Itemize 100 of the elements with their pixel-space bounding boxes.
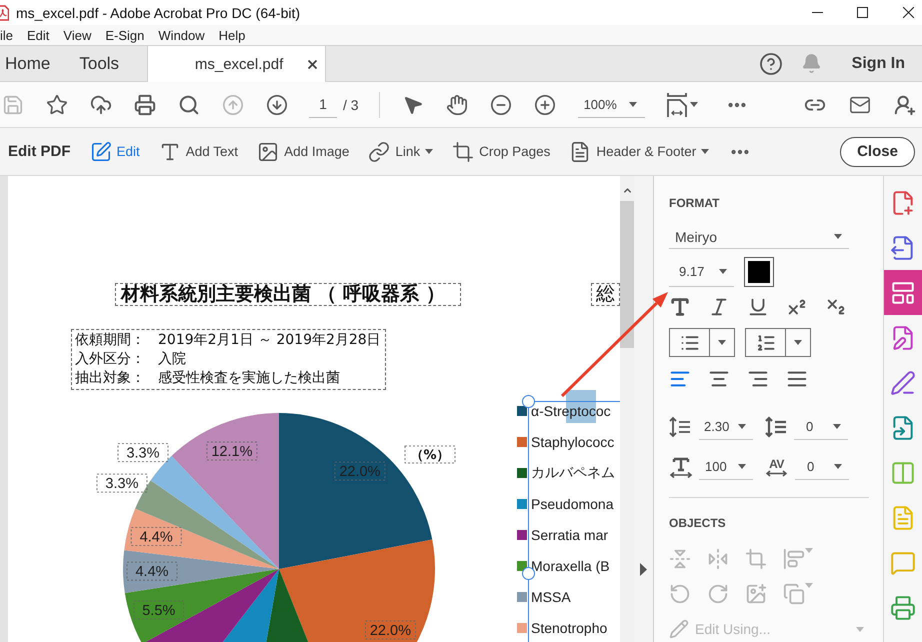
pencil-icon [669,619,689,639]
horizontal-scale-icon [669,456,693,478]
menu-item[interactable]: Edit [27,28,50,42]
info-label: 抽出対象： [75,369,146,388]
legend-label[interactable]: Pseudomona [531,496,614,512]
link-button[interactable]: Link [368,140,434,162]
add-text-button[interactable]: Add Text [158,140,238,162]
plus-circle-icon[interactable] [534,94,556,116]
nav-tab[interactable]: Tools [74,46,144,81]
line-spacing-icon [669,416,691,438]
legend-label[interactable]: Serratia mar [531,526,608,542]
section-heading: OBJECTS [669,515,726,531]
font-dropdown[interactable]: Meiryo [669,225,849,249]
zoom-field[interactable]: 100% [578,92,645,118]
edit-toolbar-title: Edit PDF [8,143,70,160]
data-label: 5.5% [133,600,184,620]
line-spacing-field[interactable]: 2.30 [699,414,753,440]
menu-item[interactable]: Window [158,28,205,42]
data-label: 12.1% [206,442,258,460]
menu-item[interactable]: ile [0,28,14,42]
info-label: 依頼期間： [75,331,146,350]
link-icon [368,140,390,162]
caret-icon [794,340,802,345]
legend-label[interactable]: α-Streptococ [531,402,611,418]
character-spacing-field[interactable]: 0 [795,454,849,480]
close-button[interactable]: Close [840,136,915,166]
crop-icon [452,140,474,162]
menu-item[interactable]: E-Sign [105,28,144,42]
legend-label[interactable]: Moraxella (B [531,558,610,574]
double-arrow-icon [766,470,787,476]
document-tab[interactable]: ms_excel.pdf [147,46,326,82]
page-number-field[interactable]: 1 [309,92,337,118]
window-title: ms_excel.pdf - Adobe Acrobat Pro DC (64-bit) [16,4,300,20]
hand-icon[interactable] [446,94,468,116]
data-label: 22.0% [365,620,416,640]
legend-label[interactable]: カルバペネム [531,464,615,482]
scrollbar[interactable] [620,176,634,642]
legend-label[interactable]: Stenotropho [531,620,608,636]
paragraph-spacing-field[interactable]: 0 [794,414,848,440]
info-value: 入院 [158,350,187,369]
data-label: 3.3% [118,443,168,462]
caret-icon [718,340,726,345]
document-title[interactable]: 材料系統別主要検出菌 （ 呼吸器系 ） [115,283,461,306]
data-label: 22.0% [334,462,386,480]
character-spacing-label: AV [769,458,784,470]
scrollbar-thumb[interactable] [620,201,634,348]
caret-icon [628,102,637,106]
pen-square-icon [90,140,112,162]
unit-label: （%） [404,446,456,464]
edit-button[interactable]: Edit [90,140,140,162]
data-label: 4.4% [130,527,182,546]
info-value: 2019年2月1日 ～ 2019年2月28日 [158,331,381,350]
caret-icon [856,626,864,632]
text-bold-icon[interactable] [669,296,691,318]
caret-icon [738,424,746,429]
user-add-icon[interactable] [894,94,916,116]
numbered-list-icon [756,332,776,352]
paragraph-spacing-icon [765,416,787,438]
header-footer-button[interactable]: Header & Footer [569,140,710,162]
sign-in-button[interactable]: Sign In [852,54,905,72]
caret-icon [738,464,746,469]
caret-icon [690,102,698,107]
underline-icon[interactable] [747,296,769,318]
image-icon [257,140,280,162]
cloud-upload-icon[interactable] [90,94,112,116]
data-label: 3.3% [96,474,148,492]
close-icon[interactable] [308,60,318,68]
search-icon[interactable] [178,94,200,116]
crop-pages-button[interactable]: Crop Pages [452,140,550,162]
pdf-file-icon [0,4,9,20]
numbered-list-button[interactable] [745,328,811,357]
info-value: 感受性検査を実施した検出菌 [158,369,341,388]
text-color-swatch[interactable] [744,257,774,287]
minus-circle-icon[interactable] [490,94,512,116]
data-label: 4.4% [126,562,178,581]
info-text-box[interactable]: 依頼期間： 2019年2月1日 ～ 2019年2月28日 入外区分： 入院 抽出対象： 感受性検査を実施した検出菌 [71,329,386,390]
menu-item[interactable]: View [63,28,92,42]
nav-tab[interactable]: Home [0,46,74,81]
section-heading: FORMAT [669,195,720,211]
star-icon[interactable] [46,94,68,116]
menu-item[interactable]: Help [218,28,246,42]
add-image-button[interactable]: Add Image [257,140,350,162]
info-label: 入外区分： [75,350,146,369]
help-icon[interactable] [758,52,783,76]
maximize-icon[interactable] [857,7,868,18]
fit-page-icon[interactable] [666,92,688,118]
caret-right-icon[interactable] [640,563,647,576]
selection-handle[interactable] [522,395,535,408]
close-icon[interactable] [903,7,914,18]
font-size-field[interactable]: 9.17 [669,258,734,286]
bullet-list-button[interactable] [669,328,735,357]
legend-label[interactable]: MSSA [531,588,571,604]
caret-icon [719,269,727,274]
page-count: / 3 [343,96,359,112]
printer-icon[interactable] [134,94,156,116]
horizontal-scale-field[interactable]: 100 [699,454,753,480]
legend-label[interactable]: Staphylococc [531,434,614,450]
arrow-down-circle-icon[interactable] [266,94,288,116]
caret-icon [833,424,841,429]
layout-icon [890,280,916,306]
